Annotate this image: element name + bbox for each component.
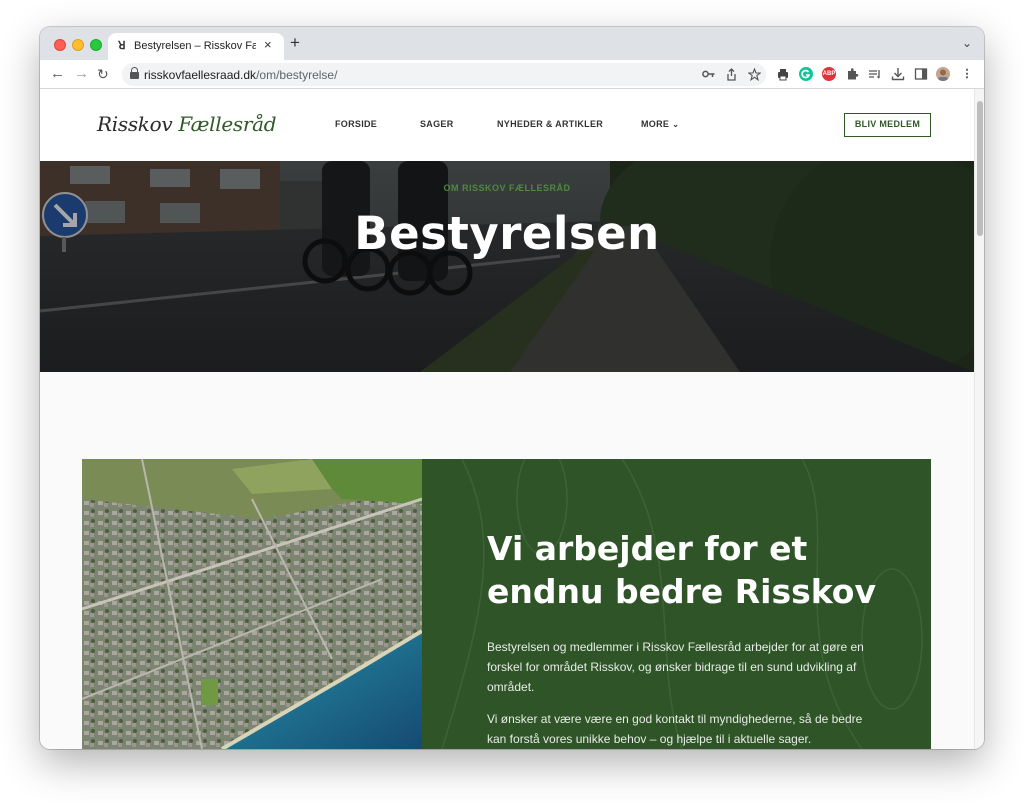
site-logo[interactable]: Risskov Fællesråd <box>97 112 277 136</box>
hero-banner: OM RISSKOV FÆLLESRÅD Bestyrelsen <box>40 161 974 372</box>
minimize-window-button[interactable] <box>72 39 84 51</box>
page-scrollbar[interactable] <box>974 89 984 749</box>
new-tab-button[interactable]: + <box>290 33 300 53</box>
url-path: /om/bestyrelse/ <box>256 68 338 82</box>
password-key-icon[interactable] <box>702 69 715 79</box>
hero-eyebrow: OM RISSKOV FÆLLESRÅD <box>443 183 571 193</box>
chevron-down-icon: ⌄ <box>672 120 680 129</box>
grammarly-extension-icon[interactable] <box>799 67 813 81</box>
browser-menu-icon[interactable]: ⋮ <box>960 67 974 81</box>
download-icon[interactable] <box>891 67 905 81</box>
nav-item-more[interactable]: MORE ⌄ <box>641 119 679 129</box>
address-bar[interactable]: risskovfaellesraad.dk/om/bestyrelse/ <box>122 63 766 86</box>
reading-list-icon[interactable] <box>868 67 882 81</box>
extensions-puzzle-icon[interactable] <box>845 67 859 81</box>
back-button[interactable]: ← <box>50 65 65 82</box>
adblock-plus-extension-icon[interactable]: ABP <box>822 67 836 81</box>
scrollbar-thumb[interactable] <box>977 101 983 236</box>
nav-item-nyheder-artikler[interactable]: NYHEDER & ARTIKLER <box>497 119 603 129</box>
intro-paragraph-2: Vi ønsker at være være en god kontakt ti… <box>487 712 863 746</box>
logo-text-accent: Fællesråd <box>178 112 277 136</box>
tab-strip: ꓤ Bestyrelsen – Risskov Fællesråd × + ⌄ <box>40 27 984 60</box>
url-domain: risskovfaellesraad.dk <box>144 68 257 82</box>
page-title: Bestyrelsen <box>354 207 660 260</box>
web-page: Risskov Fællesråd FORSIDE SAGER NYHEDER … <box>40 89 974 749</box>
aerial-map-image <box>82 459 422 749</box>
forward-button[interactable]: → <box>74 65 89 82</box>
tab-active[interactable]: ꓤ Bestyrelsen – Risskov Fællesråd × <box>108 33 284 60</box>
bliv-medlem-button[interactable]: BLIV MEDLEM <box>844 113 931 137</box>
side-panel-icon[interactable] <box>914 67 928 81</box>
nav-item-sager[interactable]: SAGER <box>420 119 454 129</box>
tab-title: Bestyrelsen – Risskov Fællesråd <box>134 40 256 52</box>
lock-icon[interactable] <box>130 67 139 80</box>
site-favicon-icon: ꓤ <box>118 40 126 52</box>
share-icon[interactable] <box>726 68 737 81</box>
nav-more-label: MORE <box>641 119 670 129</box>
nav-item-forside[interactable]: FORSIDE <box>335 119 377 129</box>
logo-text-main: Risskov <box>97 112 179 136</box>
site-header: Risskov Fællesråd FORSIDE SAGER NYHEDER … <box>40 89 974 161</box>
intro-card: Vi arbejder for et endnu bedre Risskov B… <box>422 459 931 749</box>
tab-search-chevron-icon[interactable]: ⌄ <box>962 36 972 50</box>
printer-extension-icon[interactable] <box>776 67 790 81</box>
browser-window: ꓤ Bestyrelsen – Risskov Fællesråd × + ⌄ … <box>40 27 984 749</box>
tab-close-icon[interactable]: × <box>264 37 272 52</box>
close-window-button[interactable] <box>54 39 66 51</box>
browser-toolbar: ← → ↻ risskovfaellesraad.dk/om/bestyrels… <box>40 60 984 89</box>
intro-heading: Vi arbejder for et endnu bedre Risskov <box>487 529 876 611</box>
bookmark-star-icon[interactable] <box>748 68 761 81</box>
profile-avatar[interactable] <box>936 67 950 81</box>
zoom-window-button[interactable] <box>90 39 102 51</box>
intro-paragraph-1: Bestyrelsen og medlemmer i Risskov Fælle… <box>487 640 864 694</box>
reload-button[interactable]: ↻ <box>97 66 109 83</box>
url-text[interactable]: risskovfaellesraad.dk/om/bestyrelse/ <box>144 68 337 82</box>
